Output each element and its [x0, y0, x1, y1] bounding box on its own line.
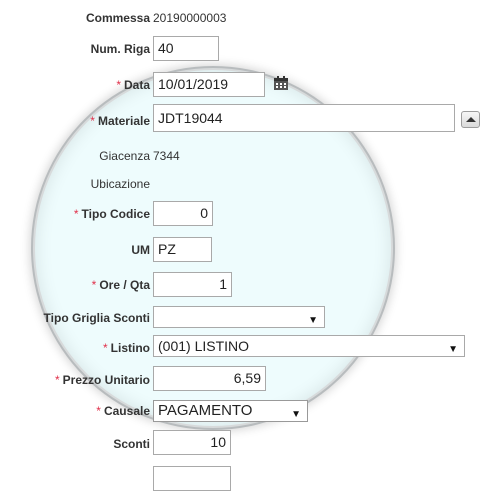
prezzo-unitario-input[interactable]: 6,59 [153, 366, 266, 391]
materiale-label: * Materiale [90, 114, 150, 128]
required-marker: * [91, 278, 97, 292]
prezzo-unitario-label: * Prezzo Unitario [54, 373, 150, 387]
tipo-codice-label: * Tipo Codice [73, 207, 150, 221]
causale-select[interactable]: PAGAMENTO ▼ [153, 400, 308, 422]
dropdown-arrow-icon: ▼ [291, 409, 301, 420]
required-marker: * [103, 341, 108, 355]
extra-input[interactable] [153, 466, 231, 491]
listino-select[interactable]: (001) LISTINO ▼ [153, 335, 465, 357]
num-riga-label: Num. Riga [90, 42, 150, 56]
data-label: * Data [116, 78, 150, 92]
commessa-value: 20190000003 [153, 11, 227, 25]
commessa-label: Commessa [85, 11, 150, 25]
ore-qta-label: * Ore / Qta [91, 278, 150, 292]
materiale-input[interactable]: JDT19044 [153, 104, 455, 132]
ubicazione-label: Ubicazione [90, 177, 150, 191]
sconti-input[interactable]: 10 [153, 430, 231, 455]
sconti-label: Sconti [113, 437, 150, 451]
required-marker: * [73, 207, 79, 221]
calendar-icon[interactable] [273, 75, 289, 91]
num-riga-input[interactable]: 40 [153, 36, 219, 61]
required-marker: * [116, 78, 121, 92]
dropdown-arrow-icon: ▼ [308, 315, 318, 326]
required-marker: * [96, 404, 101, 418]
chevron-up-icon [466, 117, 476, 122]
um-label: UM [131, 243, 150, 257]
ore-qta-input[interactable]: 1 [153, 272, 232, 297]
required-marker: * [90, 114, 95, 128]
dropdown-arrow-icon: ▼ [448, 344, 458, 355]
giacenza-value: 7344 [153, 149, 180, 163]
causale-label: * Causale [96, 404, 150, 418]
tipo-griglia-sconti-label: Tipo Griglia Sconti [43, 311, 150, 325]
materiale-expand-button[interactable] [461, 111, 480, 128]
tipo-codice-input[interactable]: 0 [153, 201, 213, 226]
giacenza-label: Giacenza [99, 149, 150, 163]
listino-label: * Listino [103, 341, 150, 355]
data-input[interactable]: 10/01/2019 [153, 72, 265, 97]
um-input[interactable]: PZ [153, 237, 212, 262]
tipo-griglia-sconti-select[interactable]: ▼ [153, 306, 325, 328]
required-marker: * [54, 373, 60, 387]
